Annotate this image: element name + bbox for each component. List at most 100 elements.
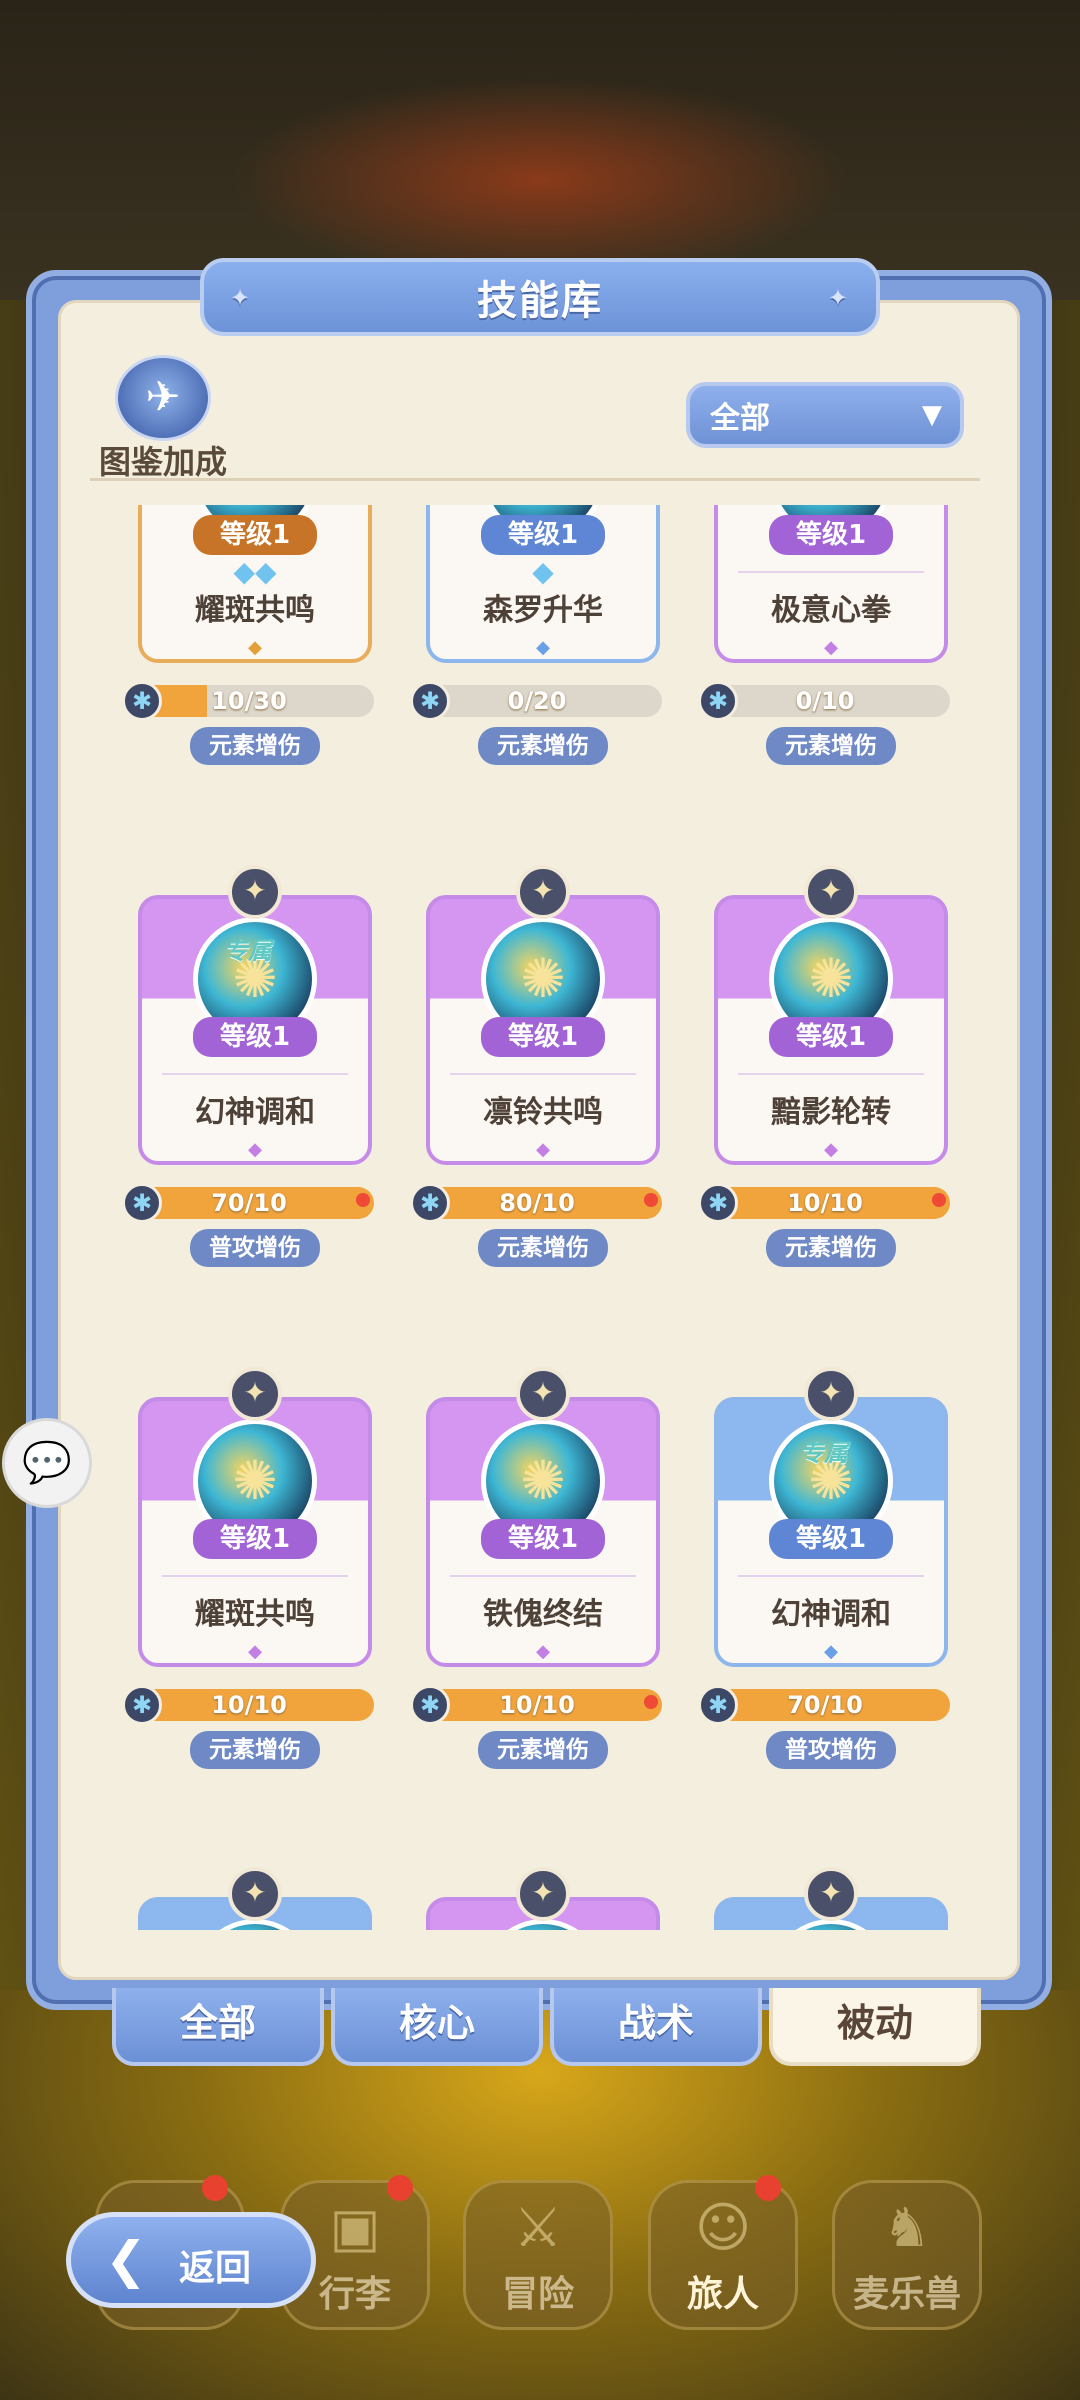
- alert-dot: [644, 1193, 658, 1207]
- bonus-tag: 元素增伤: [766, 1229, 896, 1267]
- gem-icon: ◆: [536, 637, 550, 658]
- sparkle-icon: ✦: [827, 284, 850, 312]
- skill-name: 幻神调和: [195, 1095, 315, 1130]
- tab-all[interactable]: 全部: [112, 1988, 324, 2066]
- alert-dot: [387, 2175, 413, 2201]
- crossed-swords-icon: ⚔: [513, 2196, 563, 2259]
- gem-icon: ◆: [824, 1641, 838, 1662]
- compass-star-icon: ✦: [516, 1367, 570, 1421]
- alert-dot: [356, 1193, 370, 1207]
- chat-bubble-icon[interactable]: 💬: [2, 1418, 92, 1508]
- skill-card-grid[interactable]: ✺等级1◆◆耀斑共鸣◆10/30✱元素增伤✺等级1◆森罗升华◆0/20✱元素增伤…: [110, 505, 970, 1930]
- skill-level: 等级1: [481, 1017, 605, 1057]
- fragment-icon: ✱: [122, 1685, 162, 1725]
- panel-title-text: 技能库: [477, 278, 603, 324]
- compass-star-icon: ✦: [804, 865, 858, 919]
- skill-icon: ✺: [198, 1924, 312, 1930]
- dropdown-arrow-icon: ▼: [922, 400, 942, 430]
- alert-dot: [755, 2175, 781, 2201]
- compass-star-icon: ✦: [228, 1367, 282, 1421]
- nav-item[interactable]: ☺ 旅人: [648, 2175, 798, 2330]
- gem-icon: ◆: [248, 637, 262, 658]
- bonus-tag: 元素增伤: [478, 727, 608, 765]
- compass-star-icon: ✦: [228, 865, 282, 919]
- gem-icon: ◆: [248, 1641, 262, 1662]
- skill-icon: ✺: [486, 1924, 600, 1930]
- alert-dot: [932, 1193, 946, 1207]
- bonus-tag: 元素增伤: [190, 1731, 320, 1769]
- exclusive-label: 专属: [224, 937, 272, 965]
- fragment-icon: ✱: [122, 681, 162, 721]
- sparkle-icon: ✦: [230, 284, 253, 312]
- nav-label: 麦乐兽: [852, 2274, 961, 2315]
- codex-bonus-icon: ✈: [115, 355, 211, 441]
- skill-name: 凛铃共鸣: [483, 1095, 603, 1130]
- fragment-icon: ✱: [698, 1685, 738, 1725]
- fragment-icon: ✱: [410, 1183, 450, 1223]
- gem-icon: ◆: [824, 1139, 838, 1160]
- skill-level: 等级1: [193, 1519, 317, 1559]
- compass-star-icon: ✦: [804, 1367, 858, 1421]
- skill-name: 耀斑共鸣: [195, 1597, 315, 1632]
- skill-name: 幻神调和: [771, 1597, 891, 1632]
- game-scene-background: [0, 0, 1080, 300]
- star-diamonds-icon: ◆◆: [233, 555, 277, 588]
- filter-dropdown[interactable]: 全部 ▼: [686, 382, 964, 448]
- divider: [90, 478, 980, 481]
- skill-level: 等级1: [769, 1017, 893, 1057]
- skill-level: 等级1: [193, 515, 317, 555]
- exclusive-label: 专属: [800, 1439, 848, 1467]
- card-divider: [162, 1575, 348, 1577]
- skill-name: 黯影轮转: [771, 1095, 891, 1130]
- compass-star-icon: ✦: [804, 1867, 858, 1921]
- compass-star-icon: ✦: [516, 865, 570, 919]
- back-button[interactable]: ❮ 返回: [66, 2212, 316, 2308]
- nav-item[interactable]: ♞ 麦乐兽: [832, 2180, 982, 2330]
- category-tabs: 全部 核心 战术 被动: [112, 1988, 988, 2068]
- bonus-tag: 元素增伤: [766, 727, 896, 765]
- bonus-tag: 普攻增伤: [766, 1731, 896, 1769]
- tab-core[interactable]: 核心: [331, 1988, 543, 2066]
- tab-passive[interactable]: 被动: [769, 1988, 981, 2066]
- bonus-tag: 元素增伤: [478, 1229, 608, 1267]
- gem-icon: ◆: [536, 1641, 550, 1662]
- gem-icon: ◆: [536, 1139, 550, 1160]
- fragment-icon: ✱: [698, 681, 738, 721]
- card-divider: [450, 1073, 636, 1075]
- bonus-tag: 元素增伤: [478, 1731, 608, 1769]
- alert-dot: [644, 1695, 658, 1709]
- codex-bonus-label: 图鉴加成: [98, 443, 227, 481]
- card-divider: [162, 1073, 348, 1075]
- nav-item[interactable]: ⚔ 冒险: [463, 2180, 613, 2330]
- skill-name: 森罗升华: [483, 593, 603, 628]
- skill-level: 等级1: [481, 1519, 605, 1559]
- panel-title: ✦ 技能库 ✦: [200, 258, 880, 336]
- fragment-icon: ✱: [410, 1685, 450, 1725]
- skill-level: 等级1: [481, 515, 605, 555]
- card-divider: [738, 571, 924, 573]
- skill-name: 铁傀终结: [483, 1597, 603, 1632]
- card-divider: [738, 1073, 924, 1075]
- compass-star-icon: ✦: [516, 1867, 570, 1921]
- compass-star-icon: ✦: [228, 1867, 282, 1921]
- fragment-icon: ✱: [122, 1183, 162, 1223]
- gem-icon: ◆: [248, 1139, 262, 1160]
- gem-icon: ◆: [824, 637, 838, 658]
- skill-level: 等级1: [193, 1017, 317, 1057]
- star-diamonds-icon: ◆: [532, 555, 554, 588]
- bonus-tag: 普攻增伤: [190, 1229, 320, 1267]
- codex-bonus-button[interactable]: ✈ 图鉴加成: [88, 355, 238, 483]
- back-label: 返回: [179, 2248, 252, 2289]
- skill-level: 等级1: [769, 1519, 893, 1559]
- alert-dot: [202, 2175, 228, 2201]
- bonus-tag: 元素增伤: [190, 727, 320, 765]
- skill-name: 耀斑共鸣: [195, 593, 315, 628]
- fragment-icon: ✱: [410, 681, 450, 721]
- tab-tactic[interactable]: 战术: [550, 1988, 762, 2066]
- pet-icon: ♞: [882, 2196, 932, 2259]
- skill-level: 等级1: [769, 515, 893, 555]
- skill-name: 极意心拳: [771, 593, 891, 628]
- skill-icon: ✺: [774, 1924, 888, 1930]
- back-arrow-icon: ❮: [105, 2231, 147, 2289]
- nav-label: 冒险: [501, 2274, 574, 2315]
